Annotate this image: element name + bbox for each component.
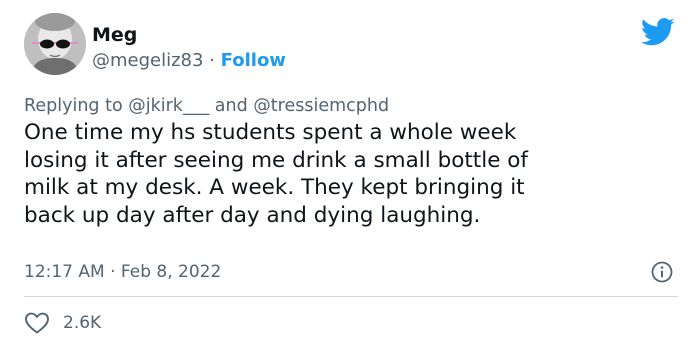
handle[interactable]: @megeliz83 [92, 50, 203, 71]
tweet-text: One time my hs students spent a whole we… [24, 119, 674, 229]
display-name[interactable]: Meg [92, 24, 137, 46]
heart-outline-icon[interactable] [24, 311, 50, 335]
tweet-date[interactable]: Feb 8, 2022 [121, 262, 221, 282]
follow-button[interactable]: Follow [221, 50, 286, 71]
tweet-line: One time my hs students spent a whole we… [24, 120, 517, 145]
handle-separator: · [209, 50, 215, 71]
divider [24, 296, 678, 297]
mention-link[interactable]: @jkirk___ [128, 96, 209, 116]
avatar[interactable] [24, 13, 86, 75]
timestamp[interactable]: 12:17 AM · Feb 8, 2022 [24, 261, 221, 283]
like-count: 2.6K [63, 313, 102, 333]
sunglasses-portrait-avatar [24, 13, 86, 75]
like-button[interactable]: 2.6K [24, 311, 101, 335]
mention-link[interactable]: @tressiemcphd [253, 96, 389, 116]
twitter-bird-icon[interactable] [641, 17, 675, 47]
reply-conjunction: and [214, 96, 248, 116]
tweet-line: losing it after seeing me drink a small … [24, 147, 528, 173]
reply-context: Replying to @jkirk___ and @tressiemcphd [24, 95, 389, 117]
tweet-line: back up day after day and dying laughing… [24, 202, 481, 228]
tweet-time[interactable]: 12:17 AM [24, 262, 105, 282]
timestamp-separator: · [110, 262, 116, 282]
reply-prefix: Replying to [24, 96, 123, 116]
info-icon[interactable] [650, 260, 674, 284]
tweet-line: milk at my desk. A week. They kept bring… [24, 175, 525, 200]
handle-row: @megeliz83 · Follow [92, 50, 286, 72]
